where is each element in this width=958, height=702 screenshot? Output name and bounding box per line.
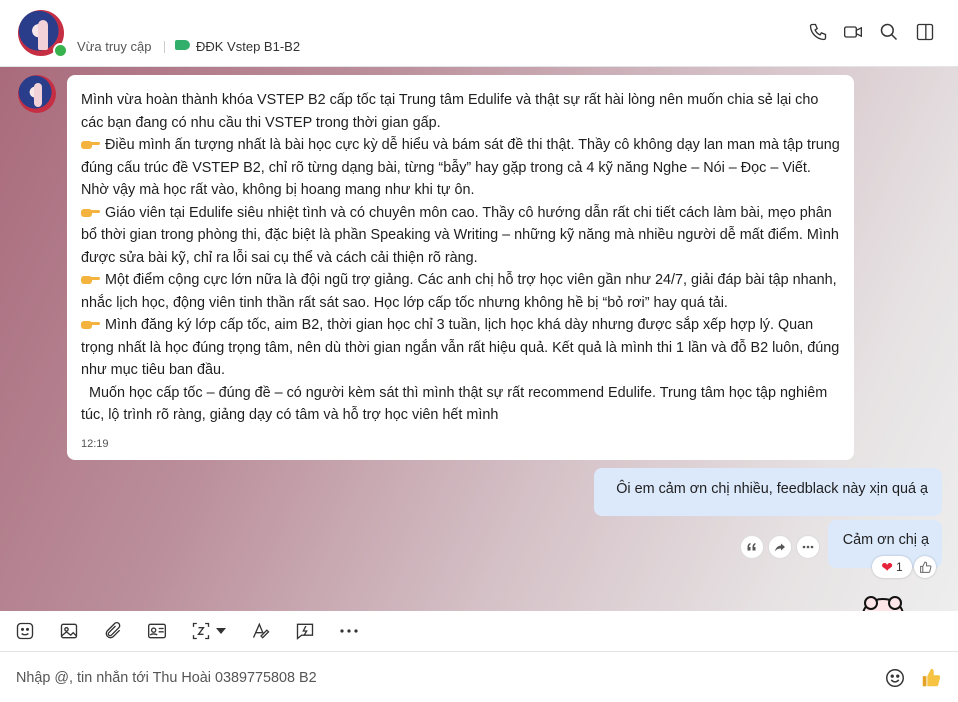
sticker-icon[interactable]	[14, 620, 36, 642]
message-input[interactable]	[14, 665, 858, 691]
more-icon[interactable]	[338, 620, 360, 642]
message-paragraph: Điều mình ấn tượng nhất là bài học cực k…	[81, 137, 840, 198]
attach-icon[interactable]	[102, 620, 124, 642]
online-status-dot	[53, 43, 68, 58]
incoming-message[interactable]: Mình vừa hoàn thành khóa VSTEP B2 cấp tố…	[67, 75, 854, 460]
outgoing-message[interactable]: Ôi em cảm ơn chị nhiều, feedblack này xị…	[594, 468, 942, 516]
pointing-hand-icon	[81, 138, 100, 150]
quote-icon[interactable]	[740, 535, 764, 559]
video-call-icon[interactable]	[842, 21, 864, 43]
thumbs-up-icon[interactable]	[919, 666, 943, 690]
composer-toolbar	[0, 611, 958, 652]
message-composer	[0, 652, 958, 702]
message-paragraph: Mình đăng ký lớp cấp tốc, aim B2, thời g…	[81, 317, 840, 378]
chat-header: Vừa truy cập ĐĐK Vstep B1-B2	[0, 0, 958, 67]
text-format-icon[interactable]	[250, 620, 272, 642]
phone-icon[interactable]	[807, 21, 829, 43]
image-icon[interactable]	[58, 620, 80, 642]
pointing-hand-icon	[81, 318, 100, 330]
pointing-hand-icon	[81, 273, 100, 285]
tag-icon	[175, 40, 190, 50]
screenshot-icon[interactable]	[190, 620, 212, 642]
sender-avatar[interactable]	[18, 75, 56, 113]
message-time: 12:19	[81, 437, 109, 450]
reaction-badge[interactable]: ❤ 1	[872, 556, 912, 578]
like-icon[interactable]	[914, 556, 936, 578]
reaction-count: 1	[896, 560, 903, 574]
message-text: Cảm ơn chị ạ	[842, 532, 929, 548]
header-divider	[164, 41, 165, 53]
message-text: Ôi em cảm ơn chị nhiều, feedblack này xị…	[616, 481, 928, 497]
search-icon[interactable]	[878, 21, 900, 43]
chat-area[interactable]: Mình vừa hoàn thành khóa VSTEP B2 cấp tố…	[0, 67, 958, 611]
message-paragraph: Giáo viên tại Edulife siêu nhiệt tình và…	[81, 204, 839, 266]
message-paragraph: Muốn học cấp tốc – đúng đề – có người kè…	[81, 384, 832, 424]
heart-icon: ❤	[881, 558, 894, 575]
message-paragraph: Một điểm cộng cực lớn nữa là đội ngũ trợ…	[81, 272, 837, 311]
quick-message-icon[interactable]	[294, 620, 316, 642]
sticker-icon	[862, 596, 904, 611]
more-icon[interactable]	[796, 535, 820, 559]
forward-icon[interactable]	[768, 535, 792, 559]
pointing-hand-icon	[81, 206, 100, 218]
emoji-icon[interactable]	[883, 666, 907, 690]
contact-card-icon[interactable]	[146, 620, 168, 642]
chevron-down-icon[interactable]	[214, 620, 228, 642]
sidebar-toggle-icon[interactable]	[914, 21, 936, 43]
message-paragraph: Mình vừa hoàn thành khóa VSTEP B2 cấp tố…	[81, 92, 819, 131]
contact-tag[interactable]: ĐĐK Vstep B1-B2	[196, 39, 300, 54]
last-seen-status: Vừa truy cập	[77, 39, 152, 54]
